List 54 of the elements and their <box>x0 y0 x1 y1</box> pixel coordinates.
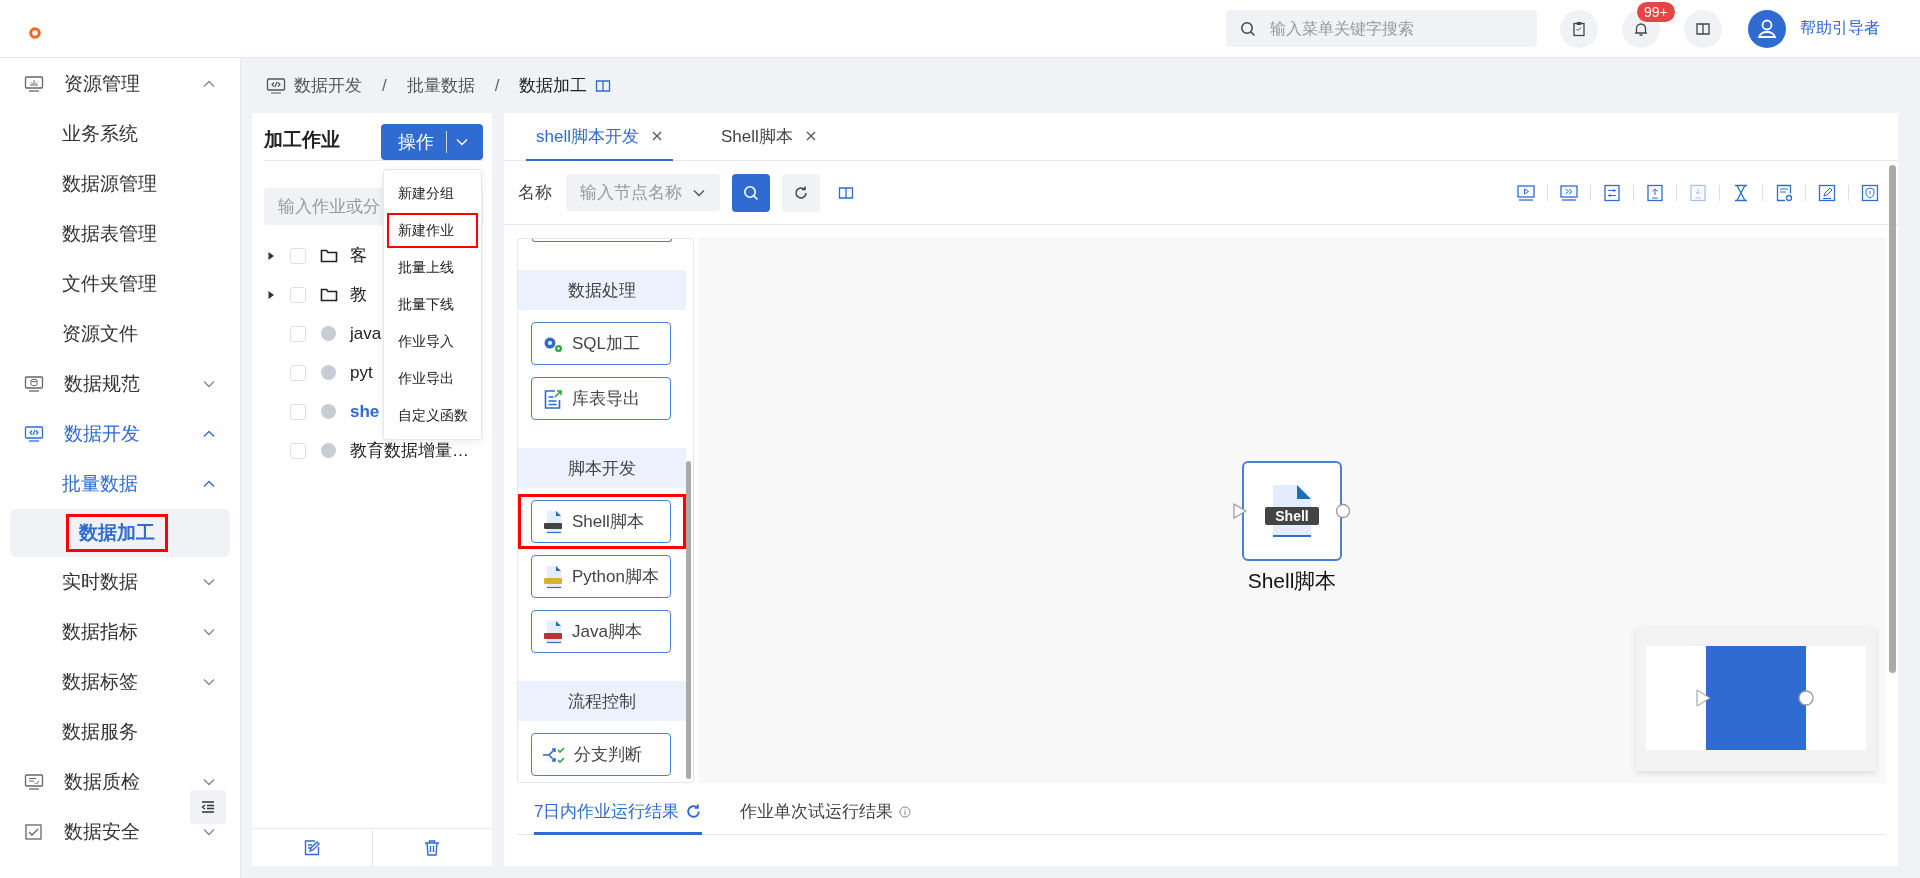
tree-item[interactable]: 客 <box>266 236 367 275</box>
sidebar-item[interactable]: 数据安全 <box>0 807 240 857</box>
palette-node-button[interactable]: Python脚本 <box>531 555 671 598</box>
menu-item[interactable]: 作业导入 <box>384 323 481 360</box>
palette-node-button[interactable]: Shell脚本 <box>531 500 671 543</box>
palette-section-header: 流程控制 <box>518 681 686 721</box>
sidebar-item[interactable]: 资源管理 <box>0 59 240 109</box>
breadcrumb-item[interactable]: 数据开发 <box>294 74 362 97</box>
palette-node-button[interactable]: 分支判断 <box>531 733 671 776</box>
tree-item[interactable]: pyt <box>266 353 373 392</box>
palette-node-button[interactable]: 库表导出 <box>531 377 671 420</box>
palette-section-header: 脚本开发 <box>518 448 686 488</box>
tree-item[interactable]: java <box>266 314 382 353</box>
node-label: Shell脚本 <box>1246 568 1338 594</box>
sidebar-item[interactable]: 业务系统 <box>0 109 240 159</box>
breadcrumb-item: 数据加工 <box>519 75 588 97</box>
menu-item[interactable]: 作业导出 <box>384 360 481 397</box>
menu-item[interactable]: 批量上线 <box>384 249 481 286</box>
notification-badge: 99+ <box>1636 0 1676 23</box>
sidebar-item[interactable]: 数据源管理 <box>0 159 240 209</box>
result-tab[interactable]: 7日内作业运行结果 <box>534 783 703 835</box>
sidebar-item[interactable]: 资源文件 <box>0 309 240 359</box>
sidebar-item[interactable]: 数据标签 <box>0 657 240 707</box>
panel-title: 加工作业 <box>264 127 340 152</box>
breadcrumb-separator: / <box>494 75 500 96</box>
editor-tab[interactable]: Shell脚本 <box>710 113 827 161</box>
action-dropdown-button[interactable]: 操作 <box>381 124 483 160</box>
sidebar-item[interactable]: 数据加工 <box>10 509 230 557</box>
shell-script-node[interactable]: Shell <box>1242 461 1342 561</box>
result-tab[interactable]: 作业单次试运行结果 <box>740 783 912 835</box>
tree-item[interactable]: she <box>266 392 380 431</box>
tree-item[interactable]: 教育数据增量… <box>266 431 469 470</box>
user-name[interactable]: 帮助引导者 <box>1800 18 1880 39</box>
sidebar-item[interactable]: 数据指标 <box>0 607 240 657</box>
sidebar-item[interactable]: 数据服务 <box>0 707 240 757</box>
sidebar-item[interactable]: 批量数据 <box>0 459 240 509</box>
node-name-select[interactable]: 输入节点名称 <box>566 174 720 211</box>
breadcrumb-separator: / <box>382 75 387 96</box>
sidebar-item[interactable]: 数据规范 <box>0 359 240 409</box>
tree-item[interactable]: 教 <box>266 275 367 314</box>
sidebar-item[interactable]: 数据质检 <box>0 757 240 807</box>
breadcrumb-item[interactable]: 批量数据 <box>406 74 475 97</box>
sidebar-item[interactable]: 实时数据 <box>0 557 240 607</box>
menu-item[interactable]: 自定义函数 <box>384 397 481 434</box>
editor-tab[interactable]: shell脚本开发 <box>526 113 673 161</box>
palette-section-header: 数据处理 <box>518 270 686 310</box>
palette-node-button[interactable]: Java脚本 <box>531 610 671 653</box>
sidebar-item[interactable]: 文件夹管理 <box>0 259 240 309</box>
sidebar-item[interactable]: 数据开发 <box>0 409 240 459</box>
menu-search-field[interactable]: 输入菜单关键字搜索 <box>1226 10 1537 47</box>
sidebar-item[interactable]: 数据表管理 <box>0 209 240 259</box>
palette-node-button[interactable]: SQL加工 <box>531 322 671 365</box>
filter-label: 名称 <box>518 182 552 204</box>
menu-item[interactable]: 批量下线 <box>384 286 481 323</box>
